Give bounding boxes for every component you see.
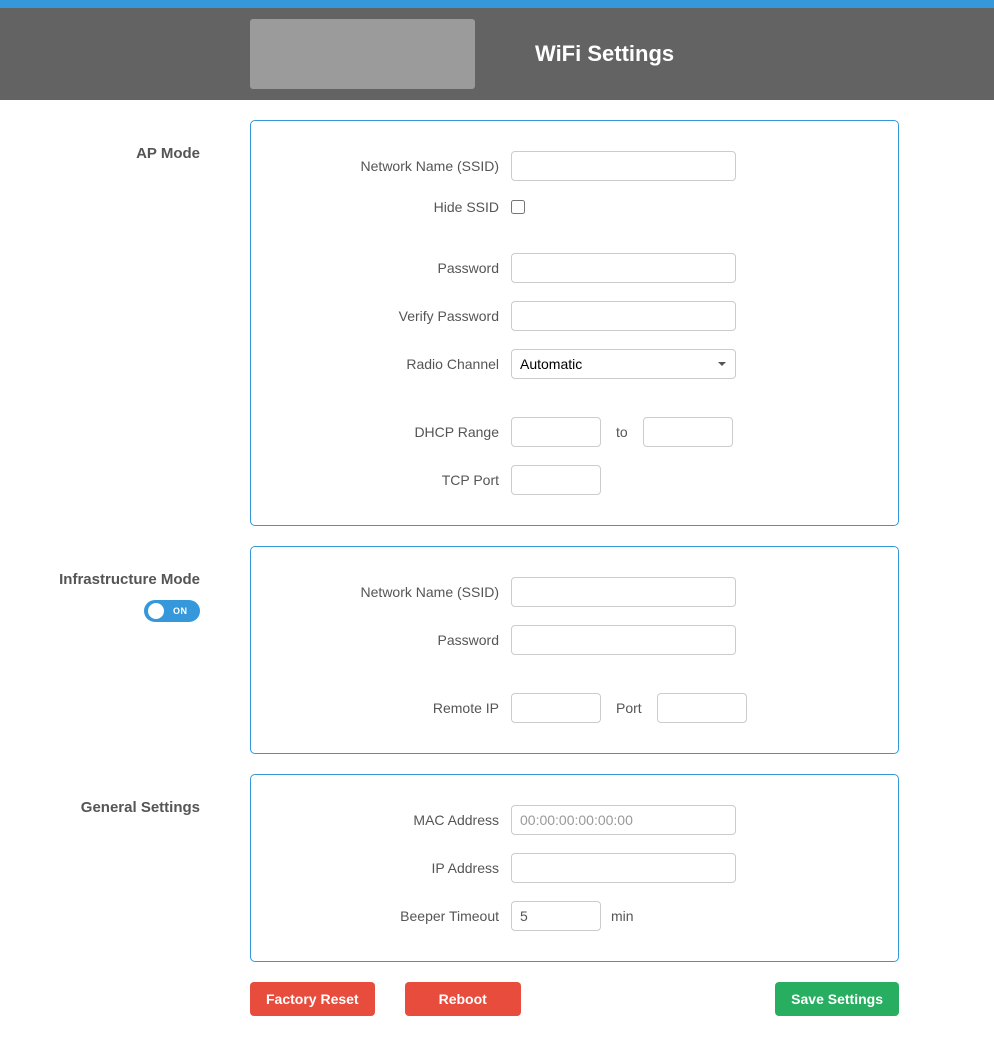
mac-address-label: MAC Address — [281, 812, 511, 828]
dhcp-range-label: DHCP Range — [281, 424, 511, 440]
infrastructure-mode-panel: Network Name (SSID) Password Remote IP P… — [250, 546, 899, 754]
radio-channel-select[interactable]: Automatic — [511, 349, 736, 379]
ap-mode-section: AP Mode Network Name (SSID) Hide SSID Pa… — [0, 120, 899, 526]
verify-password-label: Verify Password — [281, 308, 511, 324]
infrastructure-mode-toggle[interactable]: ON — [144, 600, 200, 622]
remote-ip-input[interactable] — [511, 693, 601, 723]
infra-password-input[interactable] — [511, 625, 736, 655]
radio-channel-label: Radio Channel — [281, 356, 511, 372]
infra-ssid-input[interactable] — [511, 577, 736, 607]
page-header: WiFi Settings — [0, 8, 994, 100]
tcp-port-input[interactable] — [511, 465, 601, 495]
factory-reset-button[interactable]: Factory Reset — [250, 982, 375, 1016]
ap-mode-panel: Network Name (SSID) Hide SSID Password V… — [250, 120, 899, 526]
ap-ssid-input[interactable] — [511, 151, 736, 181]
dhcp-to-input[interactable] — [643, 417, 733, 447]
top-accent-bar — [0, 0, 994, 8]
general-settings-title: General Settings — [0, 774, 250, 962]
ip-address-label: IP Address — [281, 860, 511, 876]
hide-ssid-checkbox[interactable] — [511, 200, 525, 214]
mac-address-input[interactable] — [511, 805, 736, 835]
port-label: Port — [616, 700, 642, 716]
general-settings-panel: MAC Address IP Address Beeper Timeout mi… — [250, 774, 899, 962]
ip-address-input[interactable] — [511, 853, 736, 883]
min-label: min — [611, 908, 634, 924]
toggle-on-label: ON — [173, 606, 188, 616]
infra-ssid-label: Network Name (SSID) — [281, 584, 511, 600]
ap-password-label: Password — [281, 260, 511, 276]
logo-placeholder — [250, 19, 475, 89]
ap-mode-title: AP Mode — [0, 120, 250, 526]
page-title: WiFi Settings — [535, 41, 674, 67]
tcp-port-label: TCP Port — [281, 472, 511, 488]
save-settings-button[interactable]: Save Settings — [775, 982, 899, 1016]
beeper-timeout-label: Beeper Timeout — [281, 908, 511, 924]
toggle-knob — [148, 603, 164, 619]
general-settings-section: General Settings MAC Address IP Address … — [0, 774, 899, 962]
dhcp-from-input[interactable] — [511, 417, 601, 447]
remote-ip-label: Remote IP — [281, 700, 511, 716]
reboot-button[interactable]: Reboot — [405, 982, 521, 1016]
verify-password-input[interactable] — [511, 301, 736, 331]
ssid-label: Network Name (SSID) — [281, 158, 511, 174]
action-button-row: Factory Reset Reboot Save Settings — [250, 982, 899, 1016]
infrastructure-mode-title: Infrastructure Mode — [0, 546, 250, 588]
dhcp-to-label: to — [616, 424, 628, 440]
infra-password-label: Password — [281, 632, 511, 648]
infrastructure-mode-section: Infrastructure Mode ON Network Name (SSI… — [0, 546, 899, 754]
hide-ssid-label: Hide SSID — [281, 199, 511, 215]
beeper-timeout-input[interactable] — [511, 901, 601, 931]
port-input[interactable] — [657, 693, 747, 723]
ap-password-input[interactable] — [511, 253, 736, 283]
